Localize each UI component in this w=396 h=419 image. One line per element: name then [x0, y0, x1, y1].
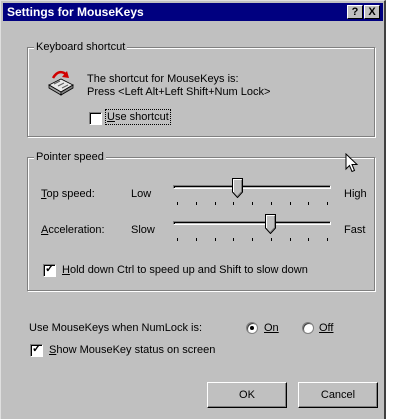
ok-button[interactable]: OK	[207, 382, 287, 408]
top-speed-high-label: High	[344, 188, 367, 200]
show-status-label[interactable]: Show MouseKey status on screen	[49, 344, 215, 356]
top-speed-label: Top speed:	[41, 188, 95, 200]
shortcut-keys: Press <Left Alt+Left Shift+Num Lock>	[87, 86, 271, 98]
check-mark-icon: ✓	[32, 343, 42, 355]
pointer-speed-group-label: Pointer speed	[34, 151, 106, 163]
slider-tick	[327, 238, 328, 241]
mousekeys-settings-dialog: Settings for MouseKeys ? X Keyboard shor…	[0, 0, 386, 419]
slider-tick	[233, 202, 234, 205]
acceleration-thumb[interactable]	[265, 214, 276, 235]
show-status-checkbox[interactable]: ✓	[30, 343, 43, 357]
close-button[interactable]: X	[364, 5, 380, 19]
top-speed-track	[173, 185, 331, 189]
slider-tick	[271, 238, 272, 241]
slider-tick	[290, 238, 291, 241]
top-speed-low-label: Low	[131, 188, 152, 200]
slider-tick	[252, 202, 253, 205]
numlock-on-radio[interactable]	[246, 322, 258, 334]
slider-tick	[308, 238, 309, 241]
slider-tick	[327, 202, 328, 205]
numlock-off-radio[interactable]	[302, 322, 314, 334]
radio-selected-dot	[250, 326, 254, 330]
slider-tick	[196, 238, 197, 241]
check-mark-icon: ✓	[45, 263, 55, 275]
slider-tick	[271, 202, 272, 205]
slider-tick	[215, 202, 216, 205]
top-speed-thumb[interactable]	[232, 178, 243, 199]
slider-tick	[252, 238, 253, 241]
acceleration-fast-label: Fast	[344, 224, 366, 236]
help-button[interactable]: ?	[347, 5, 363, 19]
slider-tick	[233, 238, 234, 241]
mouse-cursor-icon	[345, 152, 359, 173]
slider-tick	[215, 238, 216, 241]
slider-tick	[177, 238, 178, 241]
acceleration-label: Acceleration:	[41, 224, 105, 236]
use-shortcut-label[interactable]: Use shortcut	[105, 109, 171, 125]
slider-tick	[196, 202, 197, 205]
numlock-on-label[interactable]: On	[264, 322, 279, 334]
hold-ctrl-checkbox[interactable]: ✓	[43, 263, 56, 277]
window-title: Settings for MouseKeys	[7, 5, 144, 19]
acceleration-slow-label: Slow	[131, 224, 155, 236]
slider-tick	[290, 202, 291, 205]
acceleration-track	[173, 221, 331, 225]
hold-ctrl-label[interactable]: Hold down Ctrl to speed up and Shift to …	[62, 264, 308, 276]
acceleration-slider[interactable]	[173, 214, 331, 248]
use-shortcut-checkbox[interactable]	[89, 112, 102, 125]
title-bar[interactable]: Settings for MouseKeys ? X	[3, 3, 383, 21]
numlock-off-label[interactable]: Off	[319, 322, 333, 334]
slider-tick	[308, 202, 309, 205]
keyboard-shortcut-icon	[45, 67, 75, 99]
cancel-button[interactable]: Cancel	[298, 382, 378, 408]
top-speed-slider[interactable]	[173, 178, 331, 212]
numlock-label: Use MouseKeys when NumLock is:	[29, 322, 203, 334]
slider-tick	[177, 202, 178, 205]
keyboard-shortcut-group-label: Keyboard shortcut	[34, 41, 128, 53]
shortcut-description: The shortcut for MouseKeys is:	[87, 73, 239, 85]
